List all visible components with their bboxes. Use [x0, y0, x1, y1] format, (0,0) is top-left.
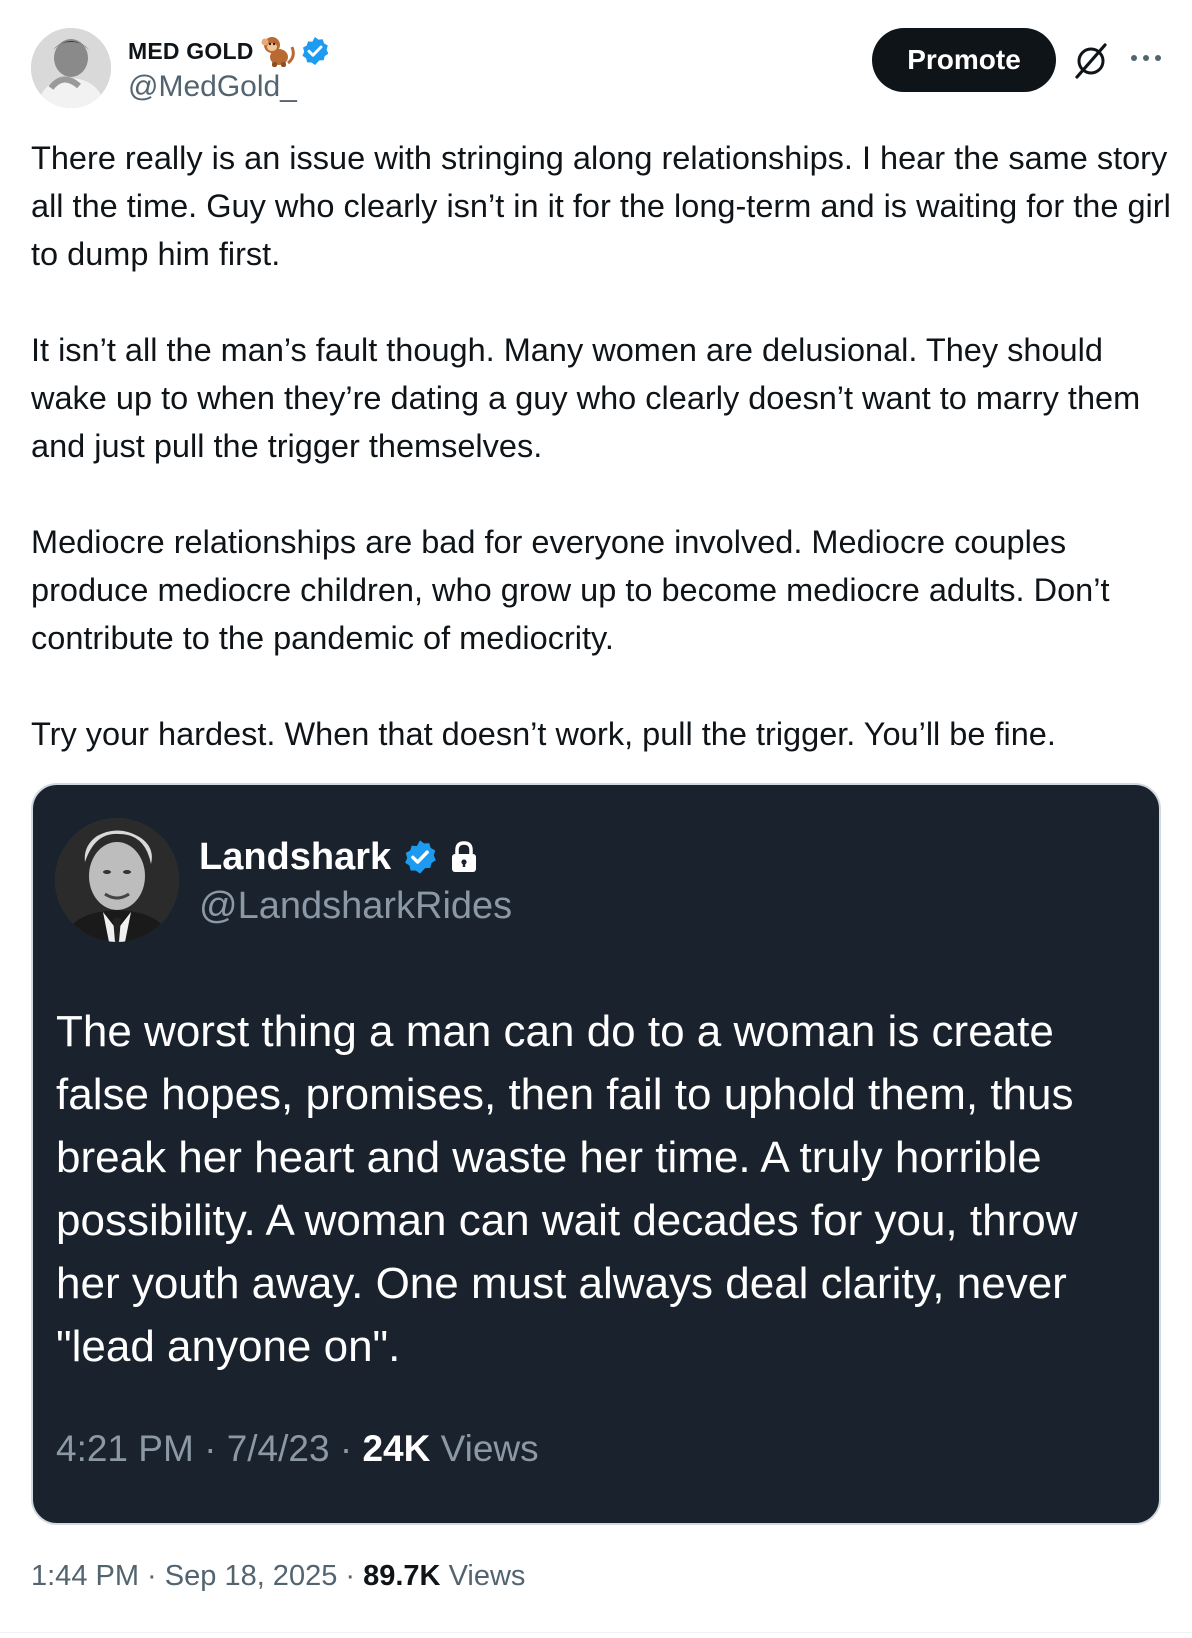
promote-button[interactable]: Promote [872, 28, 1056, 92]
tweet-views-count: 89.7K [363, 1560, 441, 1592]
quoted-author-display-name[interactable]: Landshark [199, 836, 391, 879]
quoted-author-avatar[interactable] [55, 818, 179, 942]
tweet-paragraph: Try your hardest. When that doesn’t work… [31, 716, 1056, 752]
quoted-tweet-time[interactable]: 4:21 PM [56, 1428, 194, 1469]
quoted-author-handle[interactable]: @LandsharkRides [199, 885, 512, 928]
author-name-row: MED GOLD [128, 34, 331, 68]
tweet-time[interactable]: 1:44 PM [31, 1560, 139, 1592]
author-display-name[interactable]: MED GOLD [128, 38, 254, 65]
tweet-views-label: Views [448, 1560, 526, 1592]
tweet-paragraph: It isn’t all the man’s fault though. Man… [31, 332, 1141, 464]
quoted-tweet-views-count: 24K [362, 1428, 431, 1469]
quoted-tweet-date[interactable]: 7/4/23 [227, 1428, 330, 1469]
tweet-meta: 1:44 PM · Sep 18, 2025 · 89.7K Views [31, 1560, 526, 1592]
author-avatar[interactable] [31, 28, 111, 108]
tweet-paragraph: Mediocre relationships are bad for every… [31, 524, 1110, 656]
lock-icon [449, 840, 479, 874]
verified-badge-icon[interactable] [401, 838, 439, 876]
more-icon[interactable] [1126, 46, 1166, 70]
quoted-tweet-views-label: Views [440, 1428, 539, 1469]
quoted-tweet-card[interactable]: Landshark @LandsharkRides The worst thin… [31, 783, 1161, 1525]
author-handle[interactable]: @MedGold_ [128, 70, 297, 104]
tweet: MED GOLD @MedGold_ Promote There really … [0, 0, 1192, 1638]
divider [0, 1632, 1192, 1633]
verified-badge-icon[interactable] [299, 35, 331, 67]
quoted-author-name-row: Landshark [199, 833, 479, 881]
tweet-paragraph: There really is an issue with stringing … [31, 140, 1171, 272]
tweet-date[interactable]: Sep 18, 2025 [165, 1560, 338, 1592]
quoted-tweet-meta: 4:21 PM · 7/4/23 · 24K Views [56, 1428, 539, 1469]
quoted-tweet-text: The worst thing a man can do to a woman … [56, 1007, 1078, 1371]
slashed-circle-icon[interactable] [1072, 42, 1110, 80]
tweet-text: There really is an issue with stringing … [31, 134, 1171, 758]
monkey-emoji-icon [260, 35, 296, 67]
